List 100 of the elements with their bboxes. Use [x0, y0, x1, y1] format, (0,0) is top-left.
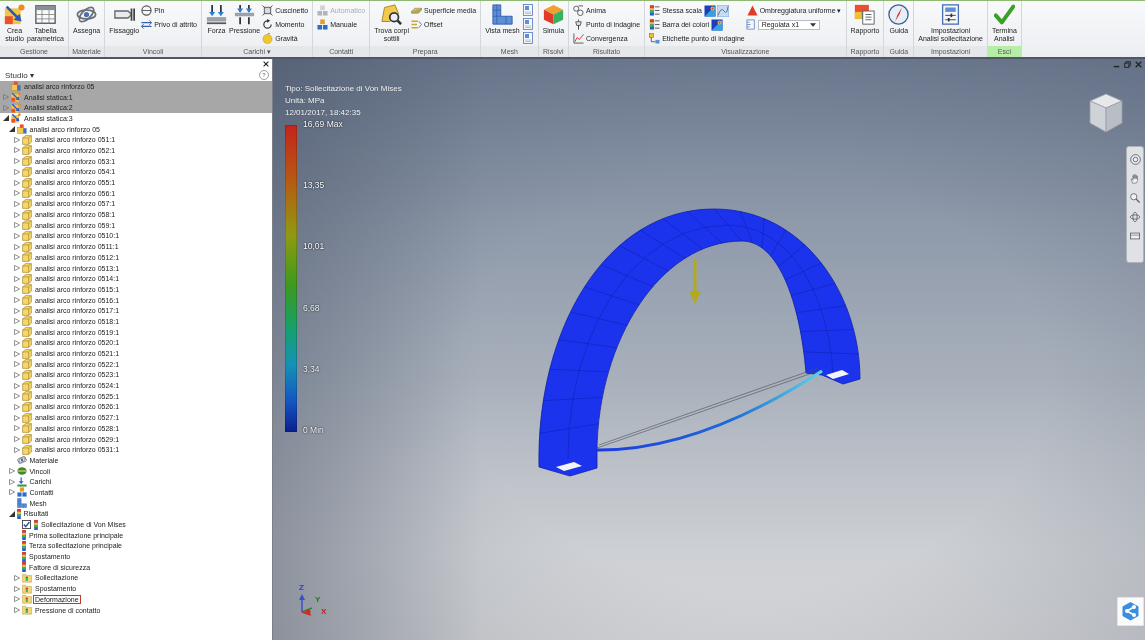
report-icon — [854, 4, 876, 25]
tree-arrow-icon[interactable] — [8, 510, 15, 517]
folder-icon — [22, 605, 32, 616]
parts-icon — [16, 124, 27, 135]
view-cube-icon[interactable] — [1087, 93, 1125, 133]
box-icon — [22, 412, 32, 423]
rings-icon — [76, 4, 98, 25]
scale-label: 0 Min — [303, 424, 325, 435]
circles-icon — [573, 5, 585, 16]
legend-text: Tipo: Sollecitazione di Von Mises — [285, 83, 402, 95]
probe-icon — [573, 19, 585, 30]
box-icon — [22, 391, 32, 402]
caret-icon — [809, 22, 816, 27]
hand-icon[interactable] — [1130, 174, 1140, 184]
gradient-square-icon — [11, 113, 21, 124]
gradient-square-icon — [11, 102, 21, 113]
box-icon — [22, 166, 32, 177]
rectangle-icon[interactable] — [1130, 231, 1140, 241]
stripes-icon — [411, 19, 422, 30]
box-icon — [22, 305, 32, 316]
folder-icon — [22, 572, 32, 583]
box-icon — [22, 316, 32, 327]
double-arrow-icon — [141, 19, 153, 30]
check-icon — [993, 4, 1015, 25]
table-icon — [35, 4, 56, 25]
line-chart-icon — [573, 33, 585, 44]
box-icon — [22, 401, 32, 412]
close-icon[interactable] — [263, 61, 269, 67]
arrows-down-icon — [206, 4, 227, 25]
box-icon — [22, 348, 32, 359]
load-arrow-icon — [689, 259, 701, 304]
arrow-down-icon — [16, 476, 27, 487]
compass-icon — [888, 4, 910, 25]
square-icon — [262, 5, 274, 16]
color-strip-icon — [34, 519, 38, 530]
gradient-square-icon — [11, 92, 21, 103]
parts-icon — [11, 81, 21, 92]
tree-arrow-icon[interactable] — [8, 126, 15, 133]
box-icon — [22, 263, 32, 274]
browser-title[interactable]: Studio ▾ — [5, 70, 34, 80]
color-bar-icon — [649, 19, 661, 30]
box-icon — [22, 252, 32, 263]
box-icon — [22, 134, 32, 145]
orbit-icon[interactable] — [1130, 212, 1140, 222]
magnifier-icon — [381, 4, 403, 25]
box-icon — [22, 209, 32, 220]
restore-icon[interactable] — [1124, 61, 1131, 68]
triangle-icon — [746, 5, 758, 16]
pressure-arrows-icon — [234, 4, 256, 25]
sliders-document-icon — [940, 4, 962, 25]
box-icon — [22, 230, 32, 241]
axis-label: Y — [315, 596, 321, 604]
checkbox[interactable] — [22, 520, 31, 530]
legend-text: 12/01/2017, 18:42:35 — [285, 107, 362, 119]
box-icon — [22, 295, 32, 306]
box-icon — [22, 241, 32, 252]
box-icon — [22, 434, 32, 445]
box-icon — [22, 337, 32, 348]
tag-icon — [649, 33, 661, 44]
axis-label: Z — [299, 584, 304, 592]
zoom-icon[interactable] — [1130, 193, 1140, 203]
ruler-icon — [745, 19, 757, 30]
document-icon[interactable] — [521, 32, 534, 44]
color-map-icon[interactable] — [711, 18, 724, 31]
plate-icon — [411, 5, 422, 16]
ball-icon — [262, 33, 274, 44]
l-shape-icon — [491, 4, 513, 25]
scale-label: 3,34 — [303, 363, 321, 374]
box-icon — [22, 188, 32, 199]
rings-icon — [16, 455, 27, 466]
box-icon — [22, 284, 32, 295]
scale-label: 6,68 — [303, 302, 321, 313]
share-icon[interactable] — [1117, 597, 1144, 626]
folder-icon — [22, 583, 32, 594]
box-icon — [22, 359, 32, 370]
curve-icon[interactable] — [716, 4, 729, 17]
box-icon — [22, 444, 32, 455]
document-icon[interactable] — [521, 18, 534, 30]
color-strip-icon — [16, 508, 21, 519]
folder-icon — [22, 594, 32, 605]
axis-label: X — [321, 608, 327, 616]
disc-icon — [16, 466, 27, 477]
rotate-arrow-icon — [262, 19, 274, 30]
l-shape-icon — [16, 498, 27, 509]
blocks-icon — [317, 19, 329, 30]
box-icon — [22, 156, 32, 167]
box-icon — [22, 177, 32, 188]
cube-icon — [542, 4, 564, 25]
gradient-square-icon — [4, 4, 25, 25]
document-icon[interactable] — [521, 4, 534, 16]
tree-arrow-icon[interactable] — [3, 115, 9, 122]
box-icon — [22, 380, 32, 391]
color-map-icon[interactable] — [703, 4, 716, 17]
scale-label: 10,01 — [303, 241, 326, 252]
box-icon — [22, 273, 32, 284]
box-icon — [22, 369, 32, 380]
box-icon — [22, 423, 32, 434]
color-bar-icon — [649, 5, 661, 16]
legend-text: Unità: MPa — [285, 95, 326, 107]
steering-wheel-icon[interactable] — [1129, 154, 1141, 165]
